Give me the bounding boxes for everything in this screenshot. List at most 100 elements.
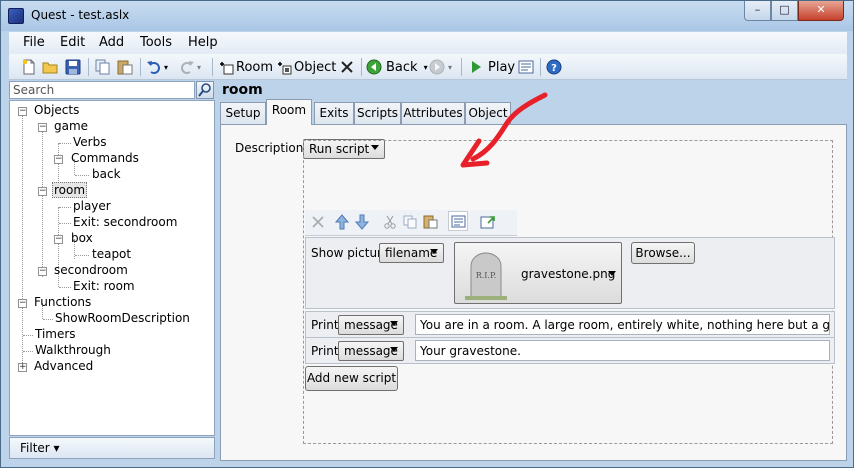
tree-item-walkthrough[interactable]: Walkthrough xyxy=(34,343,112,357)
add-object-label: Object xyxy=(294,59,337,75)
tree-item-commands[interactable]: Commands xyxy=(70,151,140,165)
add-room-button[interactable]: Room xyxy=(218,58,273,76)
tab-exits[interactable]: Exits xyxy=(314,102,354,124)
play-icon xyxy=(468,59,484,75)
play-button[interactable]: Play xyxy=(468,58,515,76)
tree-item-back[interactable]: back xyxy=(91,167,122,181)
copy-icon xyxy=(95,59,111,75)
object-tree[interactable]: − Objects − game Verbs − Commands back −… xyxy=(9,100,215,436)
tree-item-showroomdescription[interactable]: ShowRoomDescription xyxy=(54,311,191,325)
print-message-input[interactable]: Your gravestone. xyxy=(415,340,830,361)
chevron-down-icon xyxy=(390,347,398,352)
forward-button[interactable]: ▾ xyxy=(429,58,452,76)
game-collapse-toggle[interactable]: − xyxy=(38,123,47,132)
search-button[interactable] xyxy=(196,81,214,99)
maximize-button[interactable]: □ xyxy=(771,1,798,21)
paste-icon xyxy=(117,59,133,75)
tree-item-player[interactable]: player xyxy=(72,199,112,213)
menu-file[interactable]: File xyxy=(23,35,45,50)
svg-text:?: ? xyxy=(551,63,557,74)
tree-item-secondroom[interactable]: secondroom xyxy=(53,263,129,277)
save-button[interactable] xyxy=(65,58,81,76)
popout-editor-icon[interactable] xyxy=(480,214,496,233)
help-icon: ? xyxy=(546,59,562,75)
add-room-icon xyxy=(218,59,234,75)
tree-item-functions[interactable]: Functions xyxy=(33,295,92,309)
menu-tools[interactable]: Tools xyxy=(140,35,172,50)
search-icon xyxy=(198,83,211,97)
tab-scripts[interactable]: Scripts xyxy=(354,102,401,124)
script-line-print[interactable]: Print message Your gravestone. xyxy=(305,337,835,364)
minimize-button[interactable]: – xyxy=(744,1,771,21)
help-button[interactable]: ? xyxy=(546,58,562,76)
functions-collapse-toggle[interactable]: − xyxy=(18,299,27,308)
move-down-icon[interactable] xyxy=(354,214,370,233)
filter-dropdown[interactable]: Filter ▾ xyxy=(9,437,215,459)
search-input[interactable]: Search xyxy=(9,81,195,99)
secondroom-collapse-toggle[interactable]: − xyxy=(38,267,47,276)
cut-icon[interactable] xyxy=(383,215,397,232)
tree-item-game[interactable]: game xyxy=(53,119,89,133)
chevron-down-icon xyxy=(390,321,398,326)
menu-bar: File Edit Add Tools Help xyxy=(9,32,847,54)
tree-item-advanced[interactable]: Advanced xyxy=(33,359,94,373)
menu-add[interactable]: Add xyxy=(99,35,124,50)
code-view-button[interactable] xyxy=(518,58,534,76)
copy-script-icon[interactable] xyxy=(403,215,417,232)
title-bar[interactable]: Quest - test.aslx – □ ✕ xyxy=(1,1,853,31)
new-file-button[interactable] xyxy=(21,58,37,76)
close-button[interactable]: ✕ xyxy=(798,1,844,21)
delete-button[interactable] xyxy=(339,58,355,76)
undo-button[interactable]: ▾ xyxy=(146,58,168,76)
objects-collapse-toggle[interactable]: − xyxy=(18,107,27,116)
open-folder-icon xyxy=(42,59,58,75)
print-label: Print xyxy=(311,318,339,332)
print-mode-select[interactable]: message xyxy=(338,341,404,361)
new-file-icon xyxy=(21,59,37,75)
print-label: Print xyxy=(311,344,339,358)
picture-file-value: gravestone.png xyxy=(521,267,616,281)
print-mode-select[interactable]: message xyxy=(338,315,404,335)
tab-setup[interactable]: Setup xyxy=(220,102,266,124)
move-up-icon[interactable] xyxy=(334,214,350,233)
tree-item-box[interactable]: box xyxy=(70,231,94,245)
menu-edit[interactable]: Edit xyxy=(60,35,85,50)
open-button[interactable] xyxy=(42,58,58,76)
room-collapse-toggle[interactable]: − xyxy=(38,187,47,196)
advanced-expand-toggle[interactable]: + xyxy=(18,363,27,372)
add-new-script-button[interactable]: Add new script xyxy=(305,366,398,391)
add-object-button[interactable]: Object xyxy=(276,58,336,76)
gravestone-thumbnail: R.I.P. xyxy=(465,252,507,300)
tree-item-verbs[interactable]: Verbs xyxy=(72,135,107,149)
script-line-show-picture[interactable]: Show picture filename R.I.P. gravestone.… xyxy=(305,237,835,309)
commands-collapse-toggle[interactable]: − xyxy=(54,155,63,164)
back-button[interactable]: Back ▾ xyxy=(366,58,428,76)
tab-room[interactable]: Room xyxy=(266,99,312,125)
picture-source-select[interactable]: filename xyxy=(379,243,444,263)
tree-item-exit-room[interactable]: Exit: room xyxy=(72,279,136,293)
redo-button[interactable]: ▾ xyxy=(179,58,201,76)
picture-file-select[interactable]: R.I.P. gravestone.png xyxy=(454,242,622,304)
code-view-script-button[interactable] xyxy=(448,211,468,231)
menu-help[interactable]: Help xyxy=(188,35,218,50)
svg-text:R.I.P.: R.I.P. xyxy=(476,271,497,280)
undo-icon xyxy=(146,59,162,75)
copy-button[interactable] xyxy=(95,58,111,76)
code-view-icon xyxy=(518,59,534,75)
tree-item-timers[interactable]: Timers xyxy=(34,327,77,341)
print-message-input[interactable]: You are in a room. A large room, entirel… xyxy=(415,314,830,335)
paste-button[interactable] xyxy=(117,58,133,76)
tree-item-room[interactable]: room xyxy=(52,182,88,198)
annotation-arrow xyxy=(460,92,548,168)
toolbar: ▾ ▾ Room Object Back ▾ ▾ Play ? xyxy=(9,54,847,80)
script-line-print[interactable]: Print message You are in a room. A large… xyxy=(305,311,835,338)
quest-app-icon xyxy=(8,8,24,24)
delete-script-icon[interactable] xyxy=(311,215,325,232)
paste-script-icon[interactable] xyxy=(423,215,439,232)
tree-item-teapot[interactable]: teapot xyxy=(91,247,132,261)
tree-item-exit-secondroom[interactable]: Exit: secondroom xyxy=(72,215,178,229)
back-label: Back xyxy=(386,59,418,75)
browse-button[interactable]: Browse... xyxy=(631,242,695,264)
tree-item-objects[interactable]: Objects xyxy=(33,103,80,117)
box-collapse-toggle[interactable]: − xyxy=(54,235,63,244)
